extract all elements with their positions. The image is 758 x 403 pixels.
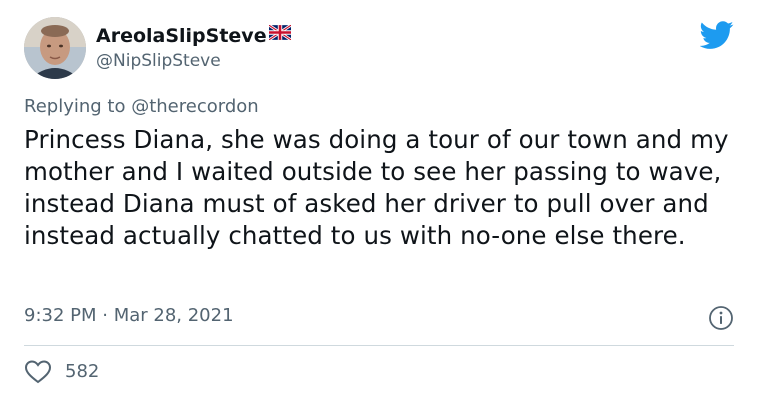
tweet-card: AreolaSlipSteve @NipSlipSteve Replying t… <box>0 0 758 403</box>
replying-to: Replying to @therecordon <box>24 95 259 119</box>
display-name[interactable]: AreolaSlipSteve <box>96 24 267 48</box>
like-count: 582 <box>65 361 100 382</box>
divider <box>24 345 734 346</box>
replying-prefix: Replying to <box>24 96 132 117</box>
uk-flag-icon <box>267 23 292 44</box>
reply-mention-link[interactable]: @therecordon <box>131 96 258 117</box>
twitter-bird-icon[interactable] <box>699 18 734 52</box>
info-icon[interactable] <box>708 305 734 331</box>
avatar[interactable] <box>24 17 86 79</box>
avatar-photo <box>24 17 86 79</box>
like-action[interactable]: 582 <box>24 359 99 385</box>
user-info: AreolaSlipSteve @NipSlipSteve <box>96 23 292 72</box>
user-handle[interactable]: @NipSlipSteve <box>96 50 291 72</box>
tweet-text: Princess Diana, she was doing a tour of … <box>24 125 729 250</box>
tweet-timestamp[interactable]: 9:32 PM · Mar 28, 2021 <box>24 304 234 328</box>
heart-icon[interactable] <box>24 359 52 385</box>
